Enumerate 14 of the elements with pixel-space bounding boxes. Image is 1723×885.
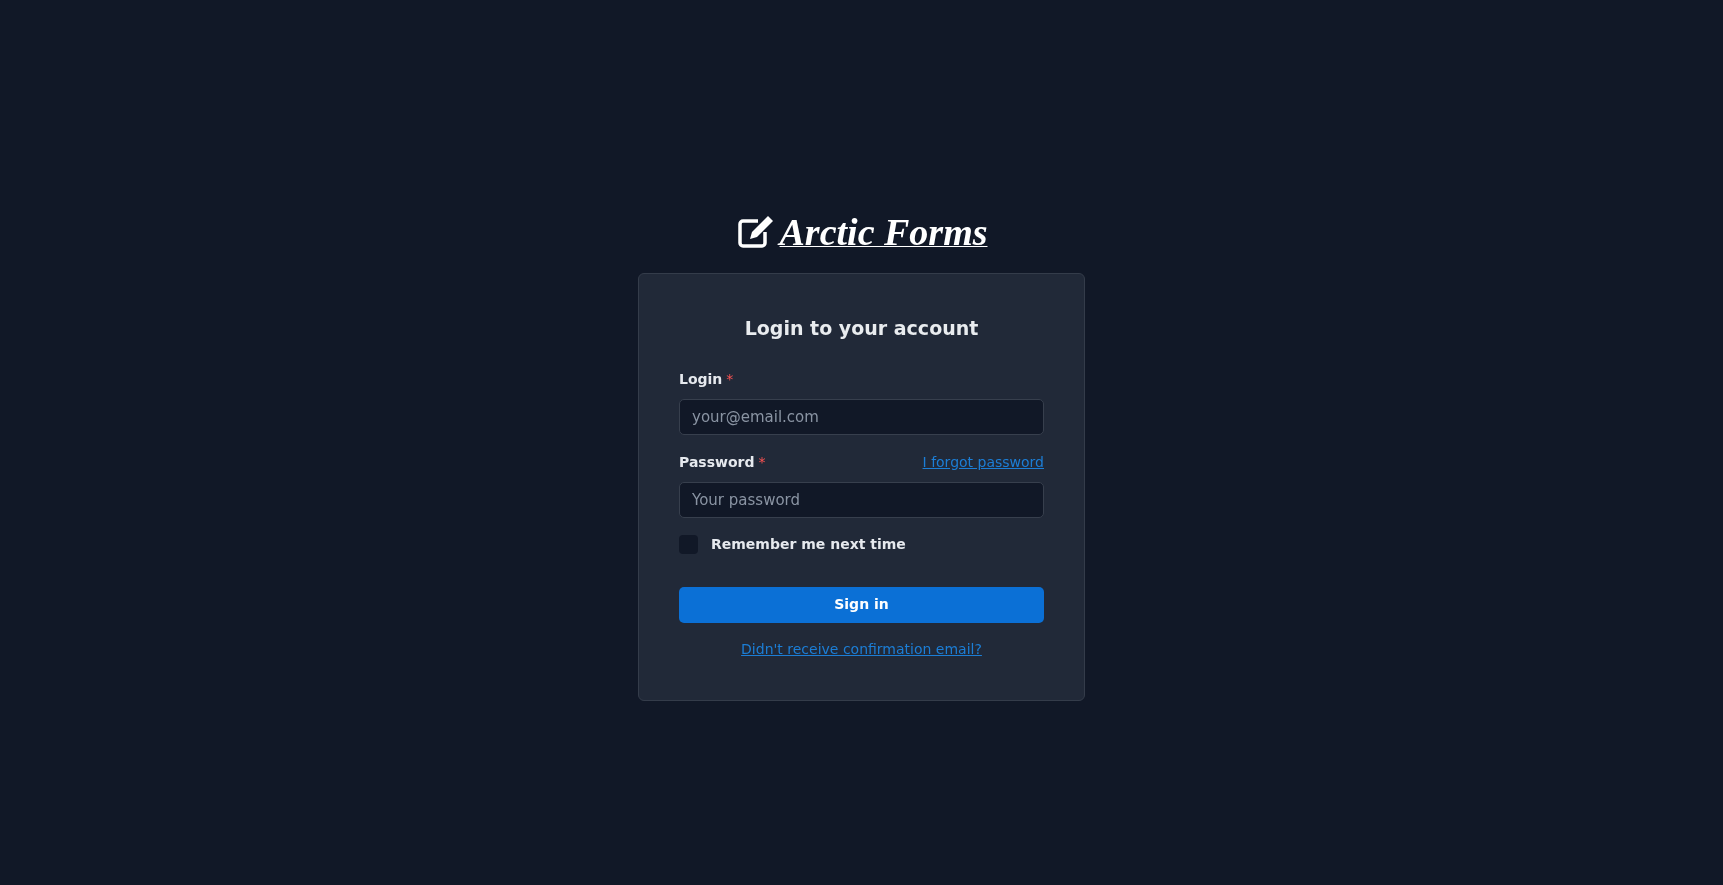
logo-link[interactable]: Arctic Forms <box>735 213 988 251</box>
required-asterisk: * <box>758 452 766 472</box>
edit-icon <box>735 213 776 251</box>
field-label: Login <box>679 369 723 389</box>
logo-text: Arctic Forms <box>779 213 988 251</box>
sign-in-button[interactable]: Sign in <box>679 586 1044 623</box>
field-label: Password <box>679 452 755 472</box>
checkbox-label: Remember me next time <box>711 534 906 554</box>
forgot-password-link[interactable]: I forgot password <box>922 451 1044 473</box>
required-asterisk: * <box>726 369 734 389</box>
confirmation-email-link[interactable]: Didn't receive confirmation email? <box>741 638 982 660</box>
input-field[interactable]: your@email.com <box>679 398 1044 435</box>
card-title: Login to your account <box>743 316 980 341</box>
input-field[interactable]: Your password <box>679 481 1044 518</box>
